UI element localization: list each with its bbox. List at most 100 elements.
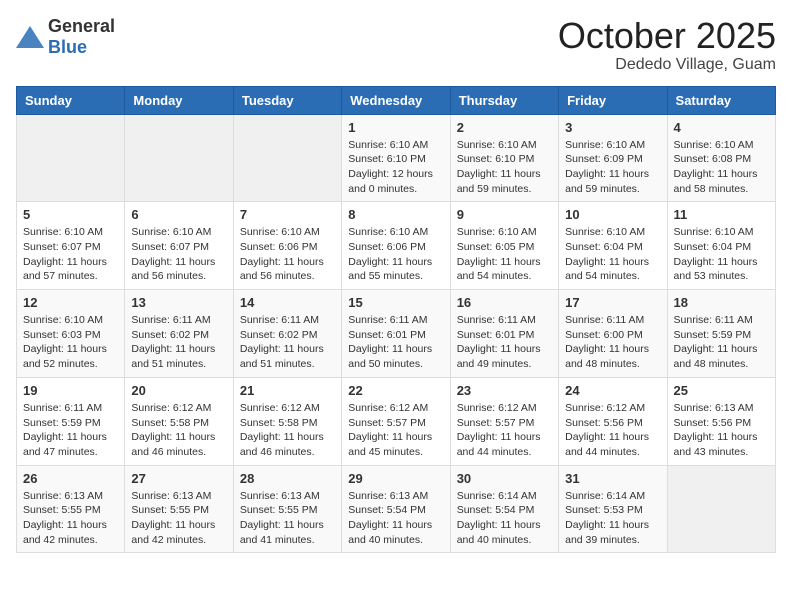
day-info: Sunrise: 6:10 AMSunset: 6:09 PMDaylight:… — [565, 138, 660, 197]
day-info: Sunrise: 6:11 AMSunset: 6:01 PMDaylight:… — [348, 313, 443, 372]
calendar-cell: 23Sunrise: 6:12 AMSunset: 5:57 PMDayligh… — [450, 377, 558, 465]
day-number: 10 — [565, 207, 660, 222]
day-number: 9 — [457, 207, 552, 222]
calendar-cell: 4Sunrise: 6:10 AMSunset: 6:08 PMDaylight… — [667, 114, 775, 202]
calendar-cell: 27 Sunrise: 6:13 AMSunset: 5:55 PMDayligh… — [125, 465, 233, 553]
day-number: 2 — [457, 120, 552, 135]
day-number: 15 — [348, 295, 443, 310]
calendar-cell: 11 Sunrise: 6:10 AMSunset: 6:04 PMDayligh… — [667, 202, 775, 290]
weekday-header-monday: Monday — [125, 86, 233, 114]
calendar-week-2: 5 Sunrise: 6:10 AMSunset: 6:07 PMDaylight… — [17, 202, 776, 290]
day-info: Sunrise: 6:13 AMSunset: 5:56 PMDaylight:… — [674, 401, 769, 460]
day-number: 23 — [457, 383, 552, 398]
calendar-cell: 7Sunrise: 6:10 AMSunset: 6:06 PMDaylight… — [233, 202, 341, 290]
logo-icon — [16, 26, 44, 48]
day-number: 22 — [348, 383, 443, 398]
logo-text-general: General — [48, 16, 115, 36]
calendar-cell: 15 Sunrise: 6:11 AMSunset: 6:01 PMDayligh… — [342, 290, 450, 378]
calendar-cell: 12 Sunrise: 6:10 AMSunset: 6:03 PMDayligh… — [17, 290, 125, 378]
calendar-cell: 28 Sunrise: 6:13 AMSunset: 5:55 PMDayligh… — [233, 465, 341, 553]
day-info: Sunrise: 6:10 AMSunset: 6:04 PMDaylight:… — [565, 225, 660, 284]
location-title: Dededo Village, Guam — [558, 56, 776, 74]
calendar-cell: 6Sunrise: 6:10 AMSunset: 6:07 PMDaylight… — [125, 202, 233, 290]
day-info: Sunrise: 6:13 AMSunset: 5:55 PMDaylight:… — [240, 489, 335, 548]
day-number: 29 — [348, 471, 443, 486]
day-info: Sunrise: 6:10 AMSunset: 6:06 PMDaylight:… — [348, 225, 443, 284]
day-info: Sunrise: 6:11 AMSunset: 5:59 PMDaylight:… — [674, 313, 769, 372]
day-info: Sunrise: 6:11 AMSunset: 6:00 PMDaylight:… — [565, 313, 660, 372]
weekday-header-wednesday: Wednesday — [342, 86, 450, 114]
calendar-cell: 24 Sunrise: 6:12 AMSunset: 5:56 PMDayligh… — [559, 377, 667, 465]
calendar-cell: 13 Sunrise: 6:11 AMSunset: 6:02 PMDayligh… — [125, 290, 233, 378]
page-header: General Blue October 2025 Dededo Village… — [16, 16, 776, 74]
calendar-cell: 19 Sunrise: 6:11 AMSunset: 5:59 PMDayligh… — [17, 377, 125, 465]
day-info: Sunrise: 6:10 AMSunset: 6:07 PMDaylight:… — [23, 225, 118, 284]
calendar-cell: 3Sunrise: 6:10 AMSunset: 6:09 PMDaylight… — [559, 114, 667, 202]
day-number: 5 — [23, 207, 118, 222]
day-number: 8 — [348, 207, 443, 222]
calendar-cell: 26 Sunrise: 6:13 AMSunset: 5:55 PMDayligh… — [17, 465, 125, 553]
day-number: 21 — [240, 383, 335, 398]
day-info: Sunrise: 6:10 AMSunset: 6:03 PMDaylight:… — [23, 313, 118, 372]
calendar-cell — [233, 114, 341, 202]
calendar-week-5: 26 Sunrise: 6:13 AMSunset: 5:55 PMDayligh… — [17, 465, 776, 553]
day-number: 24 — [565, 383, 660, 398]
calendar-cell: 22 Sunrise: 6:12 AMSunset: 5:57 PMDayligh… — [342, 377, 450, 465]
weekday-header-tuesday: Tuesday — [233, 86, 341, 114]
logo-text-blue: Blue — [48, 37, 87, 57]
calendar-week-3: 12 Sunrise: 6:10 AMSunset: 6:03 PMDayligh… — [17, 290, 776, 378]
day-info: Sunrise: 6:12 AMSunset: 5:58 PMDaylight:… — [131, 401, 226, 460]
day-info: Sunrise: 6:11 AMSunset: 5:59 PMDaylight:… — [23, 401, 118, 460]
day-number: 26 — [23, 471, 118, 486]
day-number: 19 — [23, 383, 118, 398]
day-info: Sunrise: 6:11 AMSunset: 6:02 PMDaylight:… — [131, 313, 226, 372]
day-info: Sunrise: 6:14 AMSunset: 5:53 PMDaylight:… — [565, 489, 660, 548]
calendar-cell: 20 Sunrise: 6:12 AMSunset: 5:58 PMDayligh… — [125, 377, 233, 465]
day-number: 31 — [565, 471, 660, 486]
day-info: Sunrise: 6:12 AMSunset: 5:56 PMDaylight:… — [565, 401, 660, 460]
day-number: 18 — [674, 295, 769, 310]
day-info: Sunrise: 6:12 AMSunset: 5:58 PMDaylight:… — [240, 401, 335, 460]
calendar-cell: 2 Sunrise: 6:10 AMSunset: 6:10 PMDaylight… — [450, 114, 558, 202]
day-info: Sunrise: 6:14 AMSunset: 5:54 PMDaylight:… — [457, 489, 552, 548]
day-info: Sunrise: 6:11 AMSunset: 6:01 PMDaylight:… — [457, 313, 552, 372]
day-info: Sunrise: 6:10 AMSunset: 6:10 PMDaylight:… — [348, 138, 443, 197]
day-number: 11 — [674, 207, 769, 222]
day-number: 20 — [131, 383, 226, 398]
day-number: 13 — [131, 295, 226, 310]
calendar-cell: 14 Sunrise: 6:11 AMSunset: 6:02 PMDayligh… — [233, 290, 341, 378]
day-number: 30 — [457, 471, 552, 486]
calendar-cell: 5 Sunrise: 6:10 AMSunset: 6:07 PMDaylight… — [17, 202, 125, 290]
weekday-header-sunday: Sunday — [17, 86, 125, 114]
day-info: Sunrise: 6:11 AMSunset: 6:02 PMDaylight:… — [240, 313, 335, 372]
calendar-cell: 9Sunrise: 6:10 AMSunset: 6:05 PMDaylight… — [450, 202, 558, 290]
calendar-cell: 21 Sunrise: 6:12 AMSunset: 5:58 PMDayligh… — [233, 377, 341, 465]
day-number: 14 — [240, 295, 335, 310]
day-info: Sunrise: 6:10 AMSunset: 6:10 PMDaylight:… — [457, 138, 552, 197]
day-info: Sunrise: 6:13 AMSunset: 5:55 PMDaylight:… — [23, 489, 118, 548]
weekday-header-thursday: Thursday — [450, 86, 558, 114]
day-number: 27 — [131, 471, 226, 486]
day-info: Sunrise: 6:12 AMSunset: 5:57 PMDaylight:… — [348, 401, 443, 460]
day-info: Sunrise: 6:10 AMSunset: 6:06 PMDaylight:… — [240, 225, 335, 284]
weekday-header-saturday: Saturday — [667, 86, 775, 114]
day-number: 4 — [674, 120, 769, 135]
calendar-cell: 31 Sunrise: 6:14 AMSunset: 5:53 PMDayligh… — [559, 465, 667, 553]
weekday-header-friday: Friday — [559, 86, 667, 114]
calendar-cell: 10 Sunrise: 6:10 AMSunset: 6:04 PMDayligh… — [559, 202, 667, 290]
day-info: Sunrise: 6:10 AMSunset: 6:04 PMDaylight:… — [674, 225, 769, 284]
month-title: October 2025 — [558, 16, 776, 56]
day-info: Sunrise: 6:13 AMSunset: 5:55 PMDaylight:… — [131, 489, 226, 548]
calendar-cell — [17, 114, 125, 202]
calendar-week-4: 19 Sunrise: 6:11 AMSunset: 5:59 PMDayligh… — [17, 377, 776, 465]
day-number: 28 — [240, 471, 335, 486]
day-number: 1 — [348, 120, 443, 135]
calendar-cell: 30 Sunrise: 6:14 AMSunset: 5:54 PMDayligh… — [450, 465, 558, 553]
day-number: 12 — [23, 295, 118, 310]
logo: General Blue — [16, 16, 115, 58]
calendar-cell: 25Sunrise: 6:13 AMSunset: 5:56 PMDayligh… — [667, 377, 775, 465]
day-number: 6 — [131, 207, 226, 222]
weekday-header-row: SundayMondayTuesdayWednesdayThursdayFrid… — [17, 86, 776, 114]
calendar-cell: 1 Sunrise: 6:10 AMSunset: 6:10 PMDaylight… — [342, 114, 450, 202]
calendar-cell — [667, 465, 775, 553]
